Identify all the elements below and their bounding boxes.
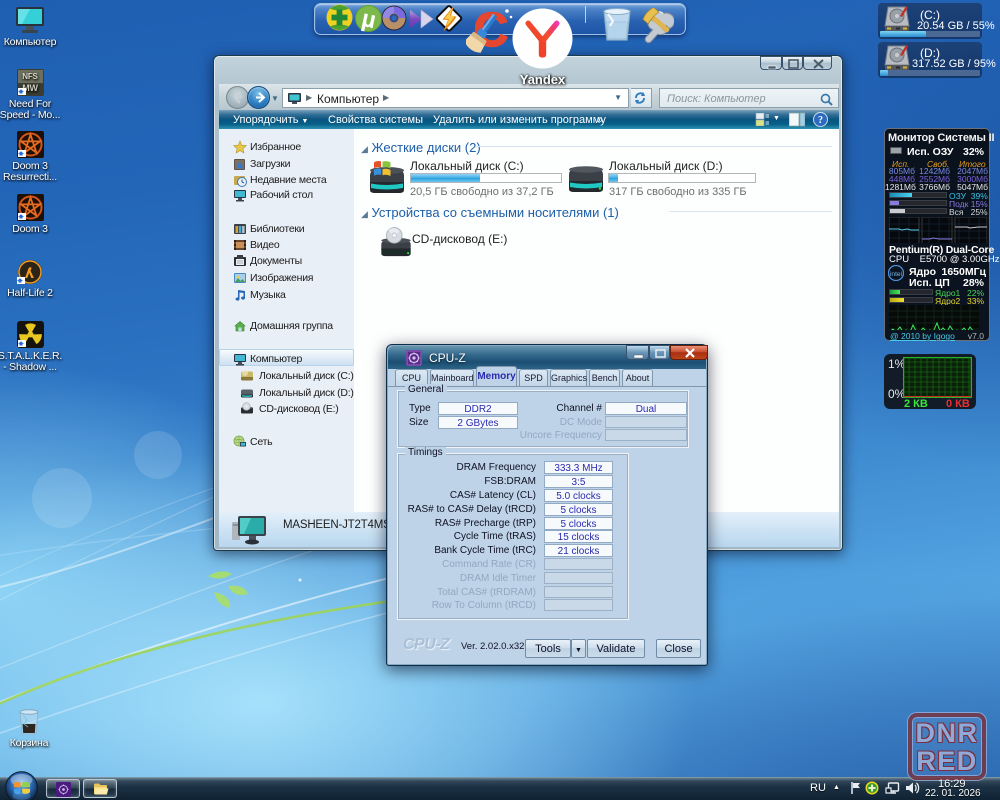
svg-text:NFS: NFS <box>22 72 38 81</box>
svg-text:?: ? <box>818 115 823 126</box>
svg-text:intel: intel <box>890 271 903 278</box>
